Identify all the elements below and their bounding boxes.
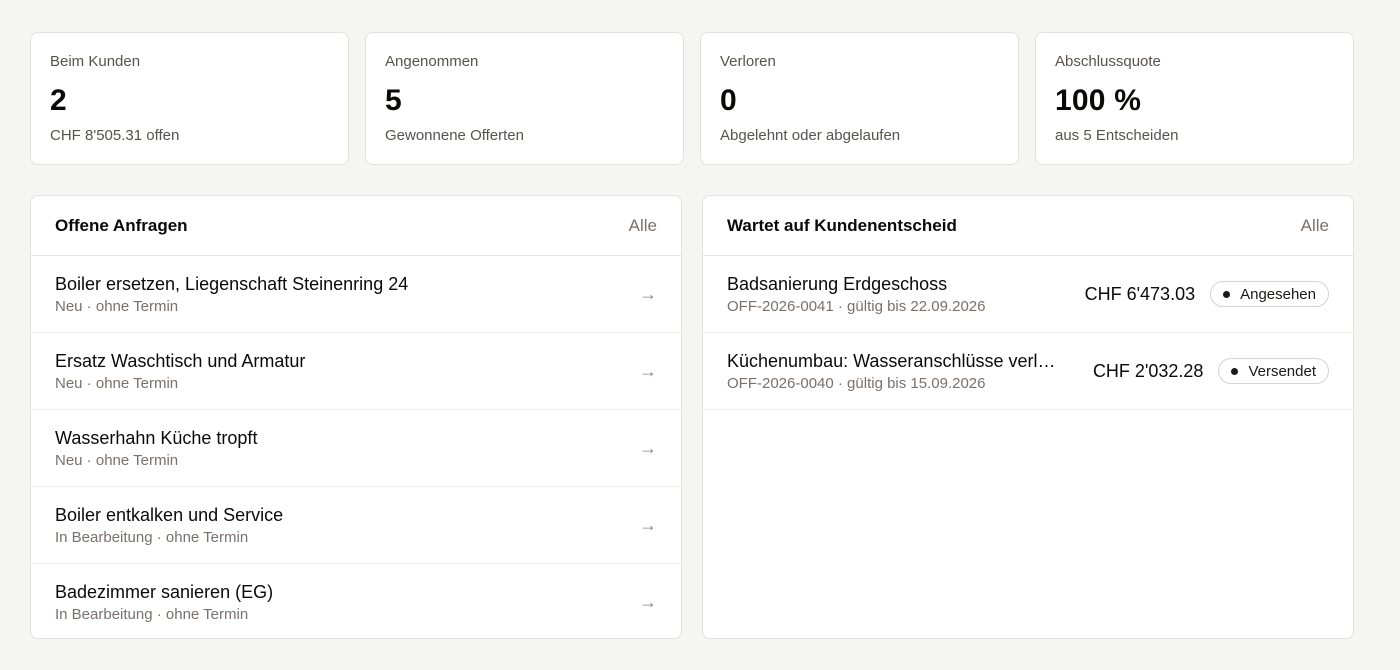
offer-row[interactable]: Badsanierung Erdgeschoss OFF-2026-0041 ·… <box>703 256 1353 333</box>
request-row[interactable]: Boiler entkalken und Service In Bearbeit… <box>31 487 681 564</box>
request-row[interactable]: Badezimmer sanieren (EG) In Bearbeitung … <box>31 564 681 638</box>
request-row[interactable]: Boiler ersetzen, Liegenschaft Steinenrin… <box>31 256 681 333</box>
open-requests-panel: Offene Anfragen Alle Boiler ersetzen, Li… <box>30 195 682 639</box>
arrow-right-icon: → <box>639 514 657 535</box>
panel-title: Offene Anfragen <box>55 215 188 235</box>
view-all-offers-link[interactable]: Alle <box>1301 216 1329 236</box>
offer-summary: CHF 6'473.03 Angesehen <box>1085 281 1329 307</box>
request-title: Badezimmer sanieren (EG) <box>55 582 274 602</box>
request-status: Neu · ohne Termin <box>55 297 179 315</box>
stat-sub: CHF 8'505.31 offen <box>50 127 180 144</box>
dashboard: Beim Kunden 2 CHF 8'505.31 offen Angenom… <box>0 0 1400 670</box>
stat-sub: Abgelehnt oder abgelaufen <box>720 127 901 144</box>
request-row[interactable]: Ersatz Waschtisch und Armatur Neu · ohne… <box>31 333 681 410</box>
request-status: Neu · ohne Termin <box>55 374 179 392</box>
arrow-right-icon: → <box>639 283 657 304</box>
offer-amount: CHF 6'473.03 <box>1084 283 1196 304</box>
status-dot-icon <box>1223 290 1231 298</box>
request-status: Neu · ohne Termin <box>55 451 179 469</box>
offer-title: Küchenumbau: Wasseranschlüsse verlegen <box>727 350 1062 371</box>
status-label: Versendet <box>1248 362 1316 380</box>
request-title: Boiler ersetzen, Liegenschaft Steinenrin… <box>55 273 409 294</box>
stat-card-verloren: Verloren 0 Abgelehnt oder abgelaufen <box>700 32 1019 165</box>
request-text: Ersatz Waschtisch und Armatur Neu · ohne… <box>55 350 305 393</box>
request-text: Boiler entkalken und Service In Bearbeit… <box>55 504 283 547</box>
stat-label: Verloren <box>720 53 776 70</box>
stat-value: 5 <box>385 84 402 117</box>
request-status: In Bearbeitung · ohne Termin <box>55 528 249 546</box>
status-dot-icon <box>1231 367 1239 375</box>
request-title: Ersatz Waschtisch und Armatur <box>55 350 306 371</box>
arrow-right-icon: → <box>639 592 657 612</box>
stat-card-angenommen: Angenommen 5 Gewonnene Offerten <box>365 32 684 165</box>
stat-value: 0 <box>720 84 737 117</box>
stats-row: Beim Kunden 2 CHF 8'505.31 offen Angenom… <box>30 32 1354 165</box>
stat-sub: Gewonnene Offerten <box>385 127 524 144</box>
request-title: Boiler entkalken und Service <box>55 504 284 525</box>
request-text: Badezimmer sanieren (EG) In Bearbeitung … <box>55 581 273 624</box>
status-label: Angesehen <box>1240 285 1316 303</box>
request-title: Wasserhahn Küche tropft <box>55 427 258 448</box>
pending-offers-panel: Wartet auf Kundenentscheid Alle Badsanie… <box>702 195 1354 639</box>
stat-label: Beim Kunden <box>50 53 141 70</box>
stat-card-beim-kunden: Beim Kunden 2 CHF 8'505.31 offen <box>30 32 349 165</box>
stat-value: 100 % <box>1055 84 1142 117</box>
offer-title: Badsanierung Erdgeschoss <box>727 273 948 294</box>
status-badge: Angesehen <box>1210 281 1329 307</box>
offer-meta: OFF-2026-0041 · gültig bis 22.09.2026 <box>727 297 986 315</box>
stat-card-abschlussquote: Abschlussquote 100 % aus 5 Entscheiden <box>1035 32 1354 165</box>
offer-summary: CHF 2'032.28 Versendet <box>1093 358 1329 384</box>
arrow-right-icon: → <box>639 360 657 381</box>
arrow-right-icon: → <box>639 437 657 458</box>
offer-amount: CHF 2'032.28 <box>1092 360 1204 381</box>
panel-title: Wartet auf Kundenentscheid <box>727 215 957 235</box>
offer-text: Küchenumbau: Wasseranschlüsse verlegen O… <box>727 350 1062 393</box>
offer-meta: OFF-2026-0040 · gültig bis 15.09.2026 <box>727 374 986 392</box>
stat-label: Abschlussquote <box>1055 53 1161 70</box>
offer-row[interactable]: Küchenumbau: Wasseranschlüsse verlegen O… <box>703 333 1353 410</box>
stat-value: 2 <box>50 84 67 117</box>
request-status: In Bearbeitung · ohne Termin <box>55 606 249 623</box>
stat-sub: aus 5 Entscheiden <box>1055 127 1179 144</box>
request-text: Boiler ersetzen, Liegenschaft Steinenrin… <box>55 273 408 316</box>
view-all-requests-link[interactable]: Alle <box>629 216 657 236</box>
status-badge: Versendet <box>1218 358 1329 384</box>
stat-label: Angenommen <box>385 53 479 70</box>
request-text: Wasserhahn Küche tropft Neu · ohne Termi… <box>55 427 257 470</box>
request-row[interactable]: Wasserhahn Küche tropft Neu · ohne Termi… <box>31 410 681 487</box>
panel-header: Offene Anfragen Alle <box>31 196 681 256</box>
panel-header: Wartet auf Kundenentscheid Alle <box>703 196 1353 256</box>
offer-text: Badsanierung Erdgeschoss OFF-2026-0041 ·… <box>727 273 986 316</box>
